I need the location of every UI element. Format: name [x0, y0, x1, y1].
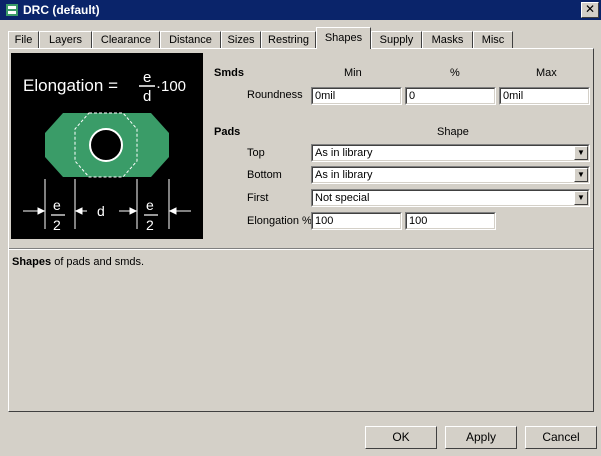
- dim-e-num-left: e: [53, 197, 61, 213]
- first-shape-select[interactable]: Not special ▼: [311, 189, 590, 207]
- elongation-input-2[interactable]: 100: [405, 212, 496, 230]
- tab-masks[interactable]: Masks: [422, 31, 473, 48]
- roundness-percent-input[interactable]: 0: [405, 87, 496, 105]
- pads-section-label: Pads: [214, 126, 241, 138]
- roundness-label: Roundness: [247, 89, 303, 101]
- tab-layers[interactable]: Layers: [39, 31, 92, 48]
- elongation-label: Elongation %: [247, 215, 312, 227]
- roundness-max-input[interactable]: 0mil: [499, 87, 590, 105]
- formula-denominator: d: [143, 88, 151, 105]
- dim-e-den-right: 2: [146, 217, 154, 233]
- bottom-label: Bottom: [247, 169, 282, 181]
- chevron-down-icon[interactable]: ▼: [574, 168, 588, 182]
- smds-section-label: Smds: [214, 67, 244, 79]
- top-label: Top: [247, 147, 265, 159]
- apply-button[interactable]: Apply: [445, 426, 517, 449]
- smds-col-percent: %: [450, 67, 460, 79]
- divider: [9, 248, 593, 250]
- tab-supply[interactable]: Supply: [371, 31, 422, 48]
- tab-clearance[interactable]: Clearance: [92, 31, 160, 48]
- bottom-shape-select[interactable]: As in library ▼: [311, 166, 590, 184]
- tab-misc[interactable]: Misc: [473, 31, 513, 48]
- dim-e-den-left: 2: [53, 217, 61, 233]
- tab-restring[interactable]: Restring: [261, 31, 316, 48]
- chevron-down-icon[interactable]: ▼: [574, 191, 588, 205]
- dim-d: d: [97, 203, 105, 219]
- drill-hole-icon: [89, 128, 123, 162]
- top-shape-select[interactable]: As in library ▼: [311, 144, 590, 162]
- ok-button[interactable]: OK: [365, 426, 437, 449]
- smds-col-min: Min: [344, 67, 362, 79]
- formula-text: Elongation =: [23, 76, 118, 95]
- status-text: Shapes of pads and smds.: [12, 256, 145, 268]
- cancel-button[interactable]: Cancel: [525, 426, 597, 449]
- smds-col-max: Max: [536, 67, 557, 79]
- tab-shapes[interactable]: Shapes: [316, 27, 371, 49]
- title-bar: DRC (default) ✕: [0, 0, 601, 20]
- roundness-min-input[interactable]: 0mil: [311, 87, 402, 105]
- close-button[interactable]: ✕: [581, 2, 599, 18]
- tab-sizes[interactable]: Sizes: [221, 31, 261, 48]
- window-title: DRC (default): [23, 3, 100, 17]
- chevron-down-icon[interactable]: ▼: [574, 146, 588, 160]
- dim-e-num-right: e: [146, 197, 154, 213]
- elongation-diagram: Elongation = e d ·100 e 2 d e 2: [11, 53, 203, 239]
- formula-numerator: e: [143, 69, 151, 86]
- formula-tail: ·100: [156, 78, 186, 95]
- tab-file[interactable]: File: [8, 31, 39, 48]
- dimension-lines: [23, 179, 191, 229]
- first-label: First: [247, 192, 269, 204]
- app-icon: [6, 4, 18, 16]
- tab-distance[interactable]: Distance: [160, 31, 221, 48]
- elongation-input-1[interactable]: 100: [311, 212, 402, 230]
- pads-col-shape: Shape: [437, 126, 469, 138]
